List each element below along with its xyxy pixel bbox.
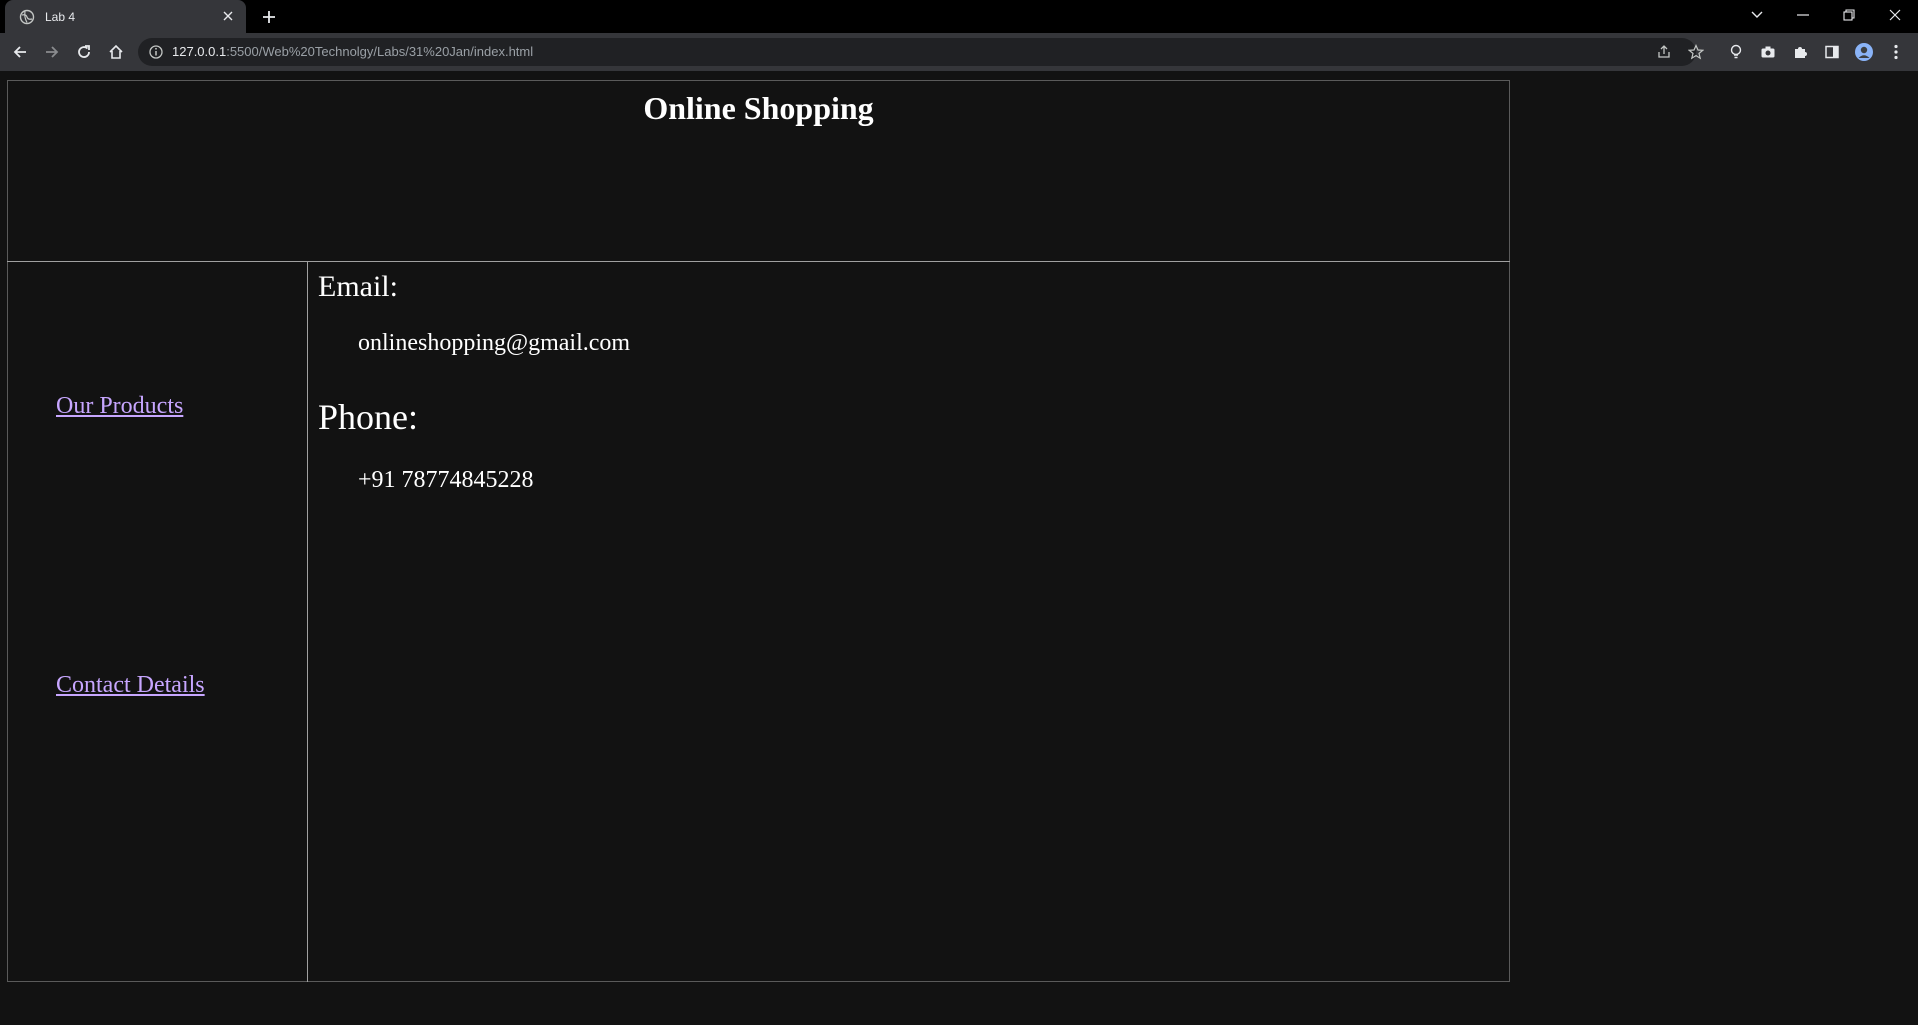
extensions-puzzle-icon[interactable] — [1789, 41, 1811, 63]
reload-icon[interactable] — [70, 38, 98, 66]
tab-search-icon[interactable] — [1734, 0, 1780, 30]
close-window-icon[interactable] — [1872, 0, 1918, 30]
tab-strip: Lab 4 — [0, 0, 1918, 33]
browser-tab[interactable]: Lab 4 — [5, 0, 246, 33]
url-host: 127.0.0.1 — [172, 44, 227, 59]
close-tab-icon[interactable] — [220, 8, 236, 24]
site-info-icon[interactable] — [148, 44, 164, 60]
page-title: Online Shopping — [643, 90, 874, 126]
phone-value: +91 78774845228 — [358, 467, 534, 493]
camera-extension-icon[interactable] — [1757, 41, 1779, 63]
tab-title: Lab 4 — [45, 9, 76, 24]
profile-avatar-icon[interactable] — [1853, 41, 1875, 63]
page-viewport: Online Shopping Our Products Contact Det… — [0, 71, 1918, 1025]
phone-heading: Phone: — [318, 397, 419, 437]
header-cell: Online Shopping — [7, 80, 1510, 262]
share-icon[interactable] — [1656, 44, 1672, 60]
restore-icon[interactable] — [1826, 0, 1872, 30]
email-value: onlineshopping@gmail.com — [358, 330, 631, 356]
nav-cell: Our Products Contact Details — [7, 261, 308, 982]
home-icon[interactable] — [102, 38, 130, 66]
layout-table: Online Shopping Our Products Contact Det… — [7, 80, 1510, 982]
minimize-icon[interactable] — [1780, 0, 1826, 30]
main-content-cell: Email: onlineshopping@gmail.com Phone: +… — [308, 262, 1510, 982]
side-panel-icon[interactable] — [1821, 41, 1843, 63]
forward-arrow-icon[interactable] — [38, 38, 66, 66]
new-tab-button[interactable] — [258, 6, 280, 28]
back-arrow-icon[interactable] — [6, 38, 34, 66]
bookmark-star-icon[interactable] — [1687, 44, 1705, 60]
browser-toolbar: 127.0.0.1:5500/Web%20Technolgy/Labs/31%2… — [0, 33, 1918, 71]
address-bar[interactable]: 127.0.0.1:5500/Web%20Technolgy/Labs/31%2… — [138, 38, 1705, 66]
menu-kebab-icon[interactable] — [1885, 41, 1907, 63]
url-path: :5500/Web%20Technolgy/Labs/31%20Jan/inde… — [226, 44, 534, 59]
globe-icon — [19, 9, 35, 25]
nav-link-contact-details[interactable]: Contact Details — [56, 672, 205, 699]
lightbulb-extension-icon[interactable] — [1725, 41, 1747, 63]
url-text: 127.0.0.1:5500/Web%20Technolgy/Labs/31%2… — [172, 44, 533, 59]
email-heading: Email: — [318, 270, 398, 303]
nav-link-our-products[interactable]: Our Products — [56, 393, 183, 420]
